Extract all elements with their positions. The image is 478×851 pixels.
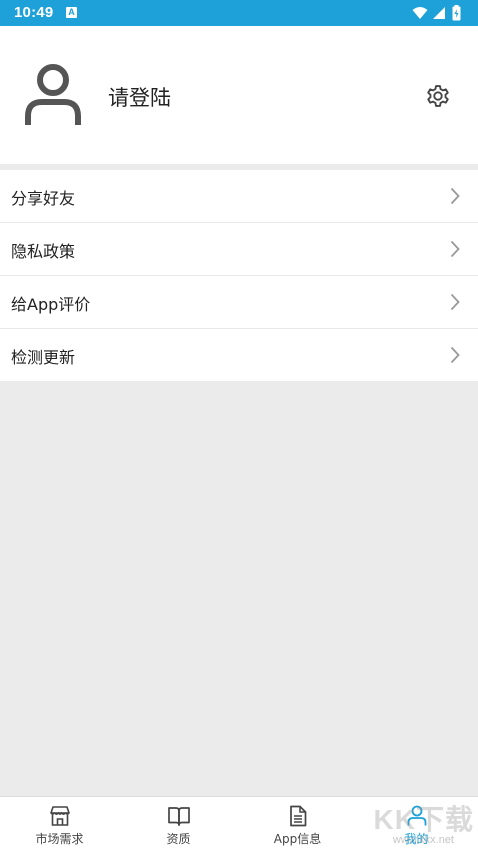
tab-label: 市场需求: [35, 832, 84, 846]
menu-item-label: 给App评价: [11, 295, 91, 314]
menu-item-privacy[interactable]: 隐私政策: [0, 223, 478, 276]
document-icon: [289, 805, 306, 827]
store-icon: [49, 806, 70, 826]
menu-item-rate[interactable]: 给App评价: [0, 276, 478, 329]
tab-market[interactable]: 市场需求: [0, 797, 119, 851]
battery-icon: [452, 5, 461, 21]
chevron-right-icon: [450, 187, 460, 205]
tab-app-info[interactable]: App信息: [238, 797, 357, 851]
watermark-url: www.kkx.net: [392, 834, 454, 846]
profile-header: 请登陆: [0, 26, 478, 164]
tab-label: App信息: [273, 832, 322, 846]
chevron-right-icon: [450, 240, 460, 258]
login-prompt[interactable]: 请登陆: [108, 82, 171, 112]
signal-icon: [433, 7, 445, 19]
chevron-right-icon: [450, 293, 460, 311]
status-time: 10:49: [14, 4, 54, 21]
user-icon[interactable]: [22, 62, 84, 128]
status-bar: 10:49 A: [0, 0, 478, 26]
menu-item-label: 隐私政策: [11, 242, 76, 261]
menu-list: 分享好友 隐私政策 给App评价 检测更新: [0, 170, 478, 381]
tab-label: 资质: [166, 832, 191, 846]
book-icon: [167, 807, 190, 826]
menu-item-update[interactable]: 检测更新: [0, 329, 478, 381]
menu-item-label: 检测更新: [11, 348, 76, 367]
wifi-icon: [412, 7, 428, 19]
menu-item-label: 分享好友: [11, 189, 76, 208]
menu-item-share[interactable]: 分享好友: [0, 170, 478, 223]
watermark-logo: KK下载: [373, 804, 474, 835]
status-icons: [412, 5, 466, 21]
tab-qualification[interactable]: 资质: [119, 797, 238, 851]
gear-icon[interactable]: [424, 82, 452, 110]
notification-a-icon: A: [66, 7, 77, 18]
chevron-right-icon: [450, 346, 460, 364]
